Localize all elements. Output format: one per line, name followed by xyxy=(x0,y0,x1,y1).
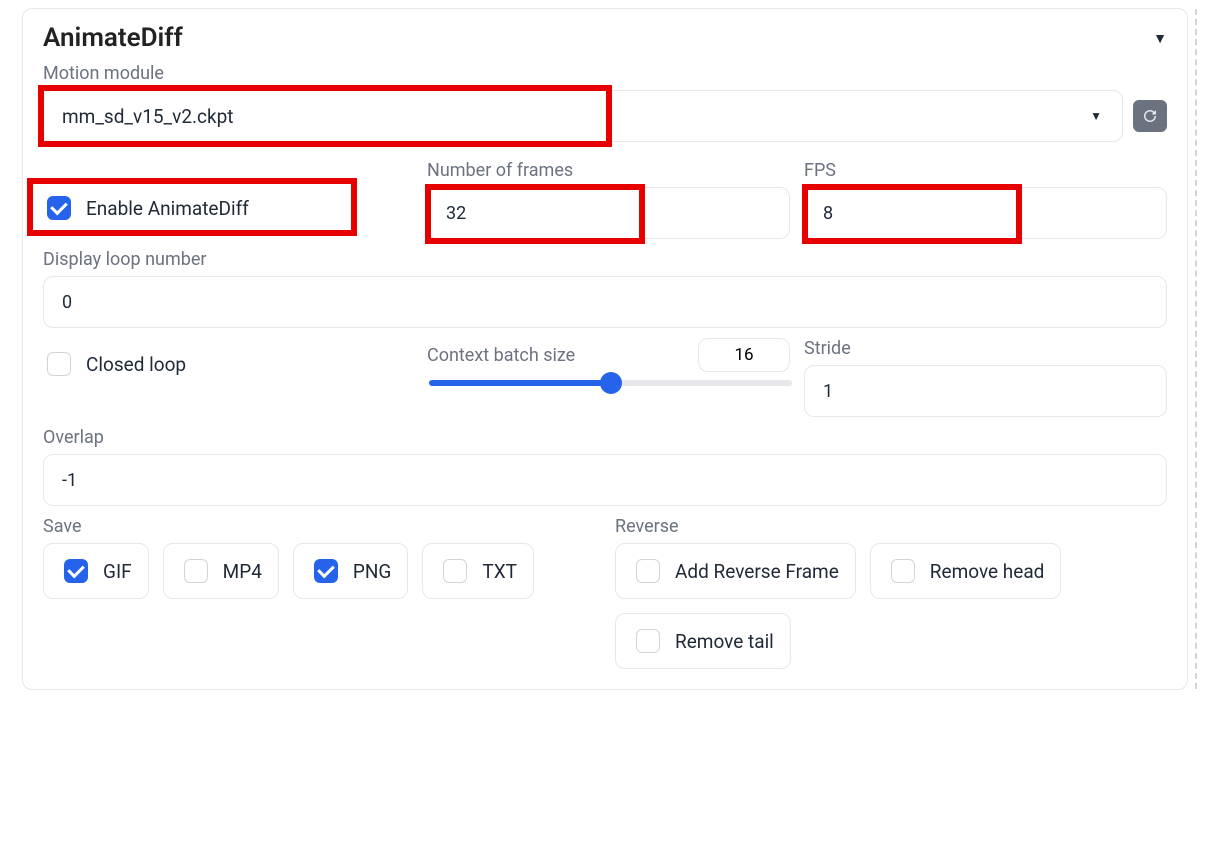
motion-module-label: Motion module xyxy=(43,63,1167,84)
closed-loop-label: Closed loop xyxy=(86,353,186,376)
reverse-checkbox-remove-head[interactable] xyxy=(891,559,915,583)
reverse-checkbox-add-reverse-frame[interactable] xyxy=(636,559,660,583)
enable-animatediff-checkbox[interactable] xyxy=(47,196,71,220)
closed-loop-row[interactable]: Closed loop xyxy=(43,338,413,390)
context-slider[interactable] xyxy=(429,380,792,386)
reverse-option-remove-tail[interactable]: Remove tail xyxy=(615,613,791,669)
motion-module-select[interactable]: mm_sd_v15_v2.ckpt ▼ xyxy=(43,90,1123,142)
context-label: Context batch size xyxy=(427,345,575,366)
save-checkbox-png[interactable] xyxy=(314,559,338,583)
save-option-label: GIF xyxy=(103,560,132,583)
save-option-png[interactable]: PNG xyxy=(293,543,408,599)
save-option-label: TXT xyxy=(482,560,517,583)
overlap-field: Overlap xyxy=(43,427,1167,506)
panel-title: AnimateDiff xyxy=(43,23,183,53)
reverse-checkbox-remove-tail[interactable] xyxy=(636,629,660,653)
enable-animatediff-label: Enable AnimateDiff xyxy=(86,197,249,220)
reverse-option-remove-head[interactable]: Remove head xyxy=(870,543,1062,599)
fps-input[interactable] xyxy=(804,187,1167,239)
fps-label: FPS xyxy=(804,160,1167,181)
save-option-gif[interactable]: GIF xyxy=(43,543,149,599)
enable-animatediff-row[interactable]: Enable AnimateDiff xyxy=(43,182,413,234)
reverse-option-label: Add Reverse Frame xyxy=(675,560,839,583)
reverse-section: Reverse Add Reverse Frame Remove head Remo… xyxy=(615,516,1167,669)
reverse-option-add-reverse-frame[interactable]: Add Reverse Frame xyxy=(615,543,856,599)
reverse-option-label: Remove tail xyxy=(675,630,774,653)
display-loop-input[interactable] xyxy=(43,276,1167,328)
refresh-button[interactable] xyxy=(1133,100,1167,132)
reverse-option-label: Remove head xyxy=(930,560,1045,583)
stride-label: Stride xyxy=(804,338,1167,359)
frames-input[interactable] xyxy=(427,187,790,239)
save-checkbox-mp4[interactable] xyxy=(184,559,208,583)
animatediff-panel: AnimateDiff ▼ Motion module mm_sd_v15_v2… xyxy=(22,8,1188,690)
motion-module-field: Motion module mm_sd_v15_v2.ckpt ▼ xyxy=(43,63,1167,142)
save-section: Save GIF MP4 PNG TXT xyxy=(43,516,595,669)
frames-label: Number of frames xyxy=(427,160,790,181)
reverse-label: Reverse xyxy=(615,516,1167,537)
save-option-label: PNG xyxy=(353,560,391,583)
overlap-input[interactable] xyxy=(43,454,1167,506)
save-option-txt[interactable]: TXT xyxy=(422,543,534,599)
save-label: Save xyxy=(43,516,595,537)
save-option-label: MP4 xyxy=(223,560,262,583)
collapse-toggle-icon[interactable]: ▼ xyxy=(1153,30,1167,47)
context-number-input[interactable] xyxy=(698,338,790,372)
display-loop-label: Display loop number xyxy=(43,249,1167,270)
refresh-icon xyxy=(1141,107,1159,125)
save-checkbox-txt[interactable] xyxy=(443,559,467,583)
chevron-down-icon: ▼ xyxy=(1090,109,1102,123)
save-option-mp4[interactable]: MP4 xyxy=(163,543,279,599)
stride-input[interactable] xyxy=(804,365,1167,417)
display-loop-field: Display loop number xyxy=(43,249,1167,328)
motion-module-value: mm_sd_v15_v2.ckpt xyxy=(62,105,233,128)
overlap-label: Overlap xyxy=(43,427,1167,448)
save-checkbox-gif[interactable] xyxy=(64,559,88,583)
closed-loop-checkbox[interactable] xyxy=(47,352,71,376)
panel-header: AnimateDiff ▼ xyxy=(43,23,1167,53)
